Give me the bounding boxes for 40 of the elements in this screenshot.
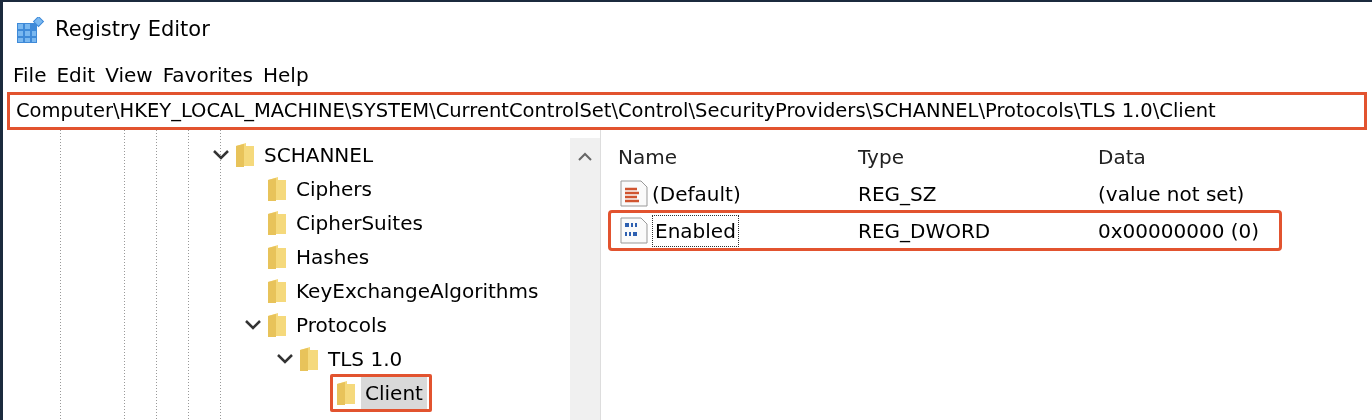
collapse-icon[interactable] [213, 150, 229, 160]
tree-item[interactable]: TLS 1.0 [324, 343, 407, 375]
table-cell-text: REG_SZ [858, 180, 938, 208]
folder-icon [266, 278, 288, 304]
window-title: Registry Editor [55, 16, 210, 44]
tree-item[interactable]: CipherSuites [292, 207, 427, 239]
tree-item[interactable]: SCHANNEL [260, 139, 378, 171]
scrollbar[interactable] [570, 138, 600, 420]
folder-icon [266, 210, 288, 236]
tree-item[interactable]: Hashes [292, 241, 374, 273]
folder-icon [266, 312, 288, 338]
table-cell-text: (value not set) [1098, 180, 1246, 208]
column-header[interactable]: Type [858, 141, 1098, 172]
menu-item[interactable]: Edit [56, 60, 96, 90]
binary-value-icon [618, 215, 650, 246]
scroll-up-icon[interactable] [578, 152, 592, 161]
tree-item[interactable]: Ciphers [292, 173, 376, 205]
menu-item[interactable]: File [13, 60, 47, 90]
collapse-icon[interactable] [245, 320, 261, 330]
tree-item[interactable]: Protocols [292, 309, 391, 341]
folder-icon [234, 142, 256, 168]
folder-icon [266, 244, 288, 270]
app-icon [17, 17, 45, 43]
column-header[interactable]: Data [1098, 141, 1280, 172]
tree-item[interactable]: KeyExchangeAlgorithms [292, 275, 543, 307]
value-name[interactable]: (Default) [652, 178, 741, 209]
column-header[interactable]: Name [618, 141, 858, 172]
value-name[interactable]: Enabled [652, 214, 739, 247]
table-cell-text: 0x00000000 (0) [1098, 217, 1261, 245]
folder-icon [266, 176, 288, 202]
table-cell-text: REG_DWORD [858, 217, 992, 245]
folder-icon [298, 346, 320, 372]
menu-item[interactable]: View [105, 60, 153, 90]
collapse-icon[interactable] [277, 354, 293, 364]
address-bar[interactable]: Computer\HKEY_LOCAL_MACHINE\SYSTEM\CurrentControlSet\Control\SecurityProviders\SCHANNEL\Protocols\TLS 1.0\Client [7, 92, 1367, 130]
menu-item[interactable]: Help [263, 60, 309, 90]
string-value-icon [618, 178, 650, 209]
folder-icon [335, 380, 357, 406]
tree-item[interactable]: Client [361, 377, 427, 409]
menu-item[interactable]: Favorites [162, 60, 253, 90]
